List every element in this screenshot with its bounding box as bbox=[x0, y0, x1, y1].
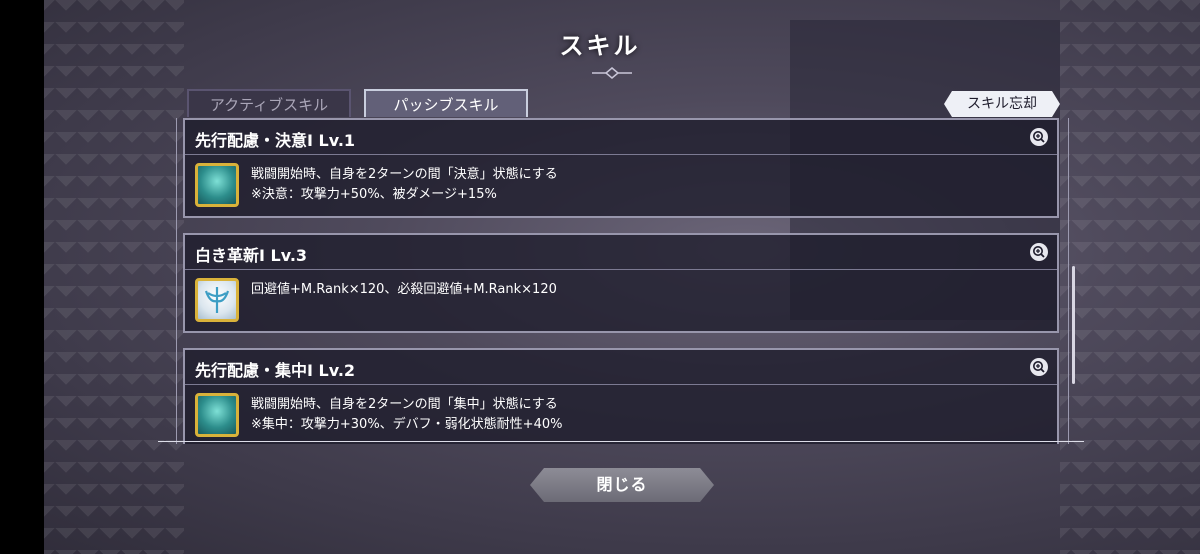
skill-note-line: ※集中：攻撃力+30%、デバフ・弱化状態耐性+40% bbox=[251, 417, 563, 432]
skill-description: 戦闘開始時、自身を2ターンの間「集中」状態にする ※集中：攻撃力+30%、デバフ… bbox=[251, 395, 562, 435]
zoom-in-icon[interactable] bbox=[1029, 357, 1049, 377]
zoom-in-icon[interactable] bbox=[1029, 127, 1049, 147]
skill-name: 先行配慮・集中Ⅰ Lv.2 bbox=[195, 361, 356, 380]
scrollbar[interactable] bbox=[1072, 266, 1075, 384]
skill-description: 回避値+M.Rank×120、必殺回避値+M.Rank×120 bbox=[251, 280, 557, 300]
decorative-pattern-left bbox=[44, 0, 184, 554]
teal-hood-icon bbox=[195, 393, 239, 437]
skill-effect-line: 回避値+M.Rank×120、必殺回避値+M.Rank×120 bbox=[251, 282, 557, 297]
forget-skill-button[interactable]: スキル忘却 bbox=[944, 91, 1060, 117]
skill-effect-line: 戦闘開始時、自身を2ターンの間「集中」状態にする bbox=[251, 397, 558, 412]
skill-list[interactable]: 先行配慮・決意Ⅰ Lv.1 戦闘開始時、自身を2ターンの間「決意」状態にする ※… bbox=[183, 118, 1063, 444]
skill-description: 戦闘開始時、自身を2ターンの間「決意」状態にする ※決意：攻撃力+50%、被ダメ… bbox=[251, 165, 558, 205]
teal-hood-icon bbox=[195, 163, 239, 207]
skill-effect-line: 戦闘開始時、自身を2ターンの間「決意」状態にする bbox=[251, 167, 558, 182]
frame-line-left bbox=[176, 118, 177, 444]
skill-card-header: 先行配慮・決意Ⅰ Lv.1 bbox=[185, 120, 1057, 155]
white-wings-icon bbox=[195, 278, 239, 322]
divider bbox=[158, 441, 1084, 442]
tab-active-skills[interactable]: アクティブスキル bbox=[187, 89, 351, 117]
title-ornament-icon bbox=[592, 67, 632, 79]
skill-name: 先行配慮・決意Ⅰ Lv.1 bbox=[195, 131, 356, 150]
zoom-in-icon[interactable] bbox=[1029, 242, 1049, 262]
page-title: スキル bbox=[559, 32, 641, 60]
skill-name: 白き革新Ⅰ Lv.3 bbox=[195, 246, 308, 265]
skill-card: 先行配慮・集中Ⅰ Lv.2 戦闘開始時、自身を2ターンの間「集中」状態にする ※… bbox=[183, 348, 1059, 444]
close-button[interactable]: 閉じる bbox=[530, 468, 714, 502]
frame-line-right bbox=[1068, 118, 1069, 444]
tab-passive-skills[interactable]: パッシブスキル bbox=[364, 89, 528, 117]
skill-note-line: ※決意：攻撃力+50%、被ダメージ+15% bbox=[251, 187, 497, 202]
game-screen: スキル アクティブスキル パッシブスキル スキル忘却 先行配慮・決意Ⅰ Lv.1 bbox=[0, 0, 1200, 554]
skill-card: 白き革新Ⅰ Lv.3 回避値+M.Rank×120、必殺回避値+M.Rank×1… bbox=[183, 233, 1059, 333]
skill-card-header: 先行配慮・集中Ⅰ Lv.2 bbox=[185, 350, 1057, 385]
skill-card: 先行配慮・決意Ⅰ Lv.1 戦闘開始時、自身を2ターンの間「決意」状態にする ※… bbox=[183, 118, 1059, 218]
skill-card-header: 白き革新Ⅰ Lv.3 bbox=[185, 235, 1057, 270]
decorative-pattern-right bbox=[1060, 0, 1200, 554]
